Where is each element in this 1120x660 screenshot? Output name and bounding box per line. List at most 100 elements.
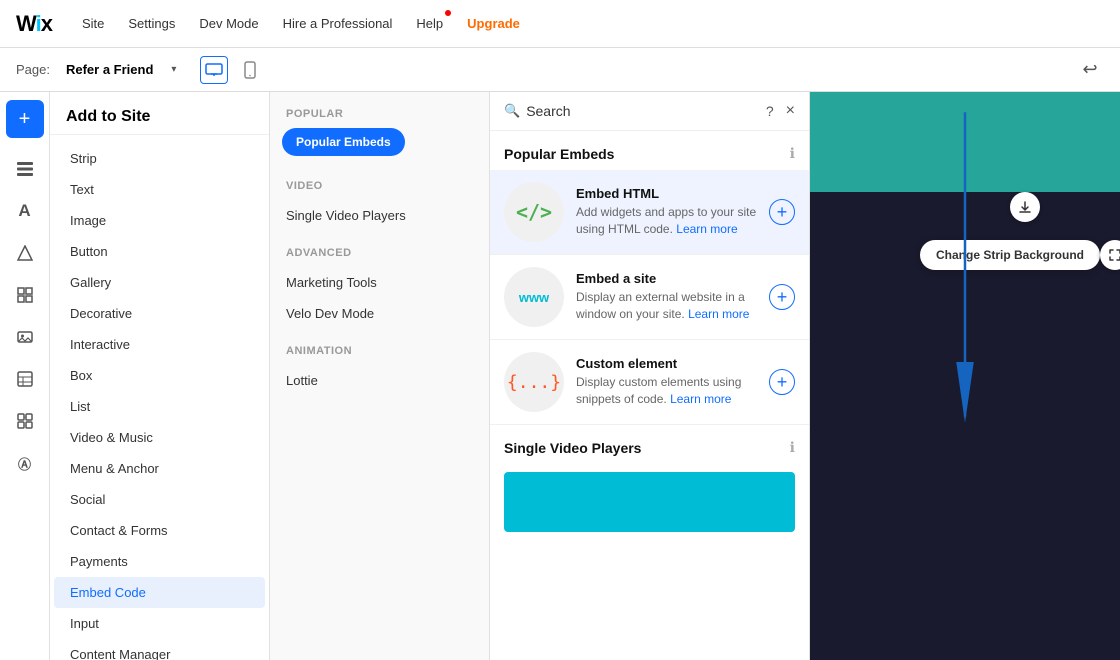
panel-item-box[interactable]: Box — [54, 360, 265, 391]
embed-html-add-button[interactable]: + — [769, 199, 795, 225]
add-panel-list: Strip Text Image Button Gallery Decorati… — [50, 135, 269, 660]
add-panel-title: Add to Site — [50, 92, 269, 135]
single-video-header: Single Video Players ℹ — [490, 425, 809, 464]
embed-site-info: Embed a site Display an external website… — [576, 271, 757, 323]
change-strip-background-button[interactable]: Change Strip Background — [920, 240, 1100, 270]
puzzle-icon[interactable] — [6, 402, 44, 440]
canvas-area: Change Strip Background — [810, 92, 1120, 660]
embed-site-desc: Display an external website in a window … — [576, 289, 757, 323]
panel-item-content-manager[interactable]: Content Manager — [54, 639, 265, 660]
close-icon[interactable]: × — [786, 102, 795, 120]
curly-braces-icon: {...} — [507, 372, 561, 393]
panel-item-menu-anchor[interactable]: Menu & Anchor — [54, 453, 265, 484]
nav-settings[interactable]: Settings — [126, 12, 177, 35]
embed-site-card[interactable]: www Embed a site Display an external web… — [490, 255, 809, 340]
page-bar: Page: Refer a Friend ▾ ↩ — [0, 48, 1120, 92]
panel-item-payments[interactable]: Payments — [54, 546, 265, 577]
mid-panel: POPULAR Popular Embeds VIDEO Single Vide… — [270, 92, 490, 660]
popular-embeds-info-icon[interactable]: ℹ — [790, 145, 795, 162]
page-name: Refer a Friend — [66, 62, 153, 77]
panel-item-gallery[interactable]: Gallery — [54, 267, 265, 298]
wix-logo: Wix — [16, 11, 52, 37]
panel-item-social[interactable]: Social — [54, 484, 265, 515]
panel-item-button[interactable]: Button — [54, 236, 265, 267]
embed-site-icon-wrap: www — [504, 267, 564, 327]
embed-panel: 🔍 Search ? × Popular Embeds ℹ </> Embed … — [490, 92, 810, 660]
main-area: + A Ⓐ Add to Site Strip Text Image Butto… — [0, 92, 1120, 660]
embed-panel-topbar: 🔍 Search ? × — [490, 92, 809, 131]
grid-icon[interactable] — [6, 276, 44, 314]
custom-element-desc: Display custom elements using snippets o… — [576, 374, 757, 408]
www-icon: www — [519, 290, 549, 305]
mobile-icon[interactable] — [236, 56, 264, 84]
text-icon[interactable]: A — [6, 192, 44, 230]
embed-html-card[interactable]: </> Embed HTML Add widgets and apps to y… — [490, 170, 809, 255]
embed-html-title: Embed HTML — [576, 186, 757, 201]
add-to-site-panel: Add to Site Strip Text Image Button Gall… — [50, 92, 270, 660]
panel-item-list[interactable]: List — [54, 391, 265, 422]
custom-element-card[interactable]: {...} Custom element Display custom elem… — [490, 340, 809, 425]
custom-element-info: Custom element Display custom elements u… — [576, 356, 757, 408]
add-elements-icon[interactable]: + — [6, 100, 44, 138]
panel-item-strip[interactable]: Strip — [54, 143, 265, 174]
panel-item-input[interactable]: Input — [54, 608, 265, 639]
nav-site[interactable]: Site — [80, 12, 106, 35]
shapes-icon[interactable] — [6, 234, 44, 272]
help-dot — [445, 10, 451, 16]
popular-embeds-header: Popular Embeds ℹ — [490, 131, 809, 170]
undo-button[interactable]: ↩ — [1076, 56, 1104, 84]
image-icon[interactable] — [6, 318, 44, 356]
custom-element-learn-more[interactable]: Learn more — [670, 392, 731, 406]
nav-help[interactable]: Help — [414, 12, 445, 35]
panel-item-text[interactable]: Text — [54, 174, 265, 205]
video-preview-thumbnail — [504, 472, 795, 532]
page-dropdown-icon[interactable]: ▾ — [171, 64, 176, 75]
left-sidebar: + A Ⓐ — [0, 92, 50, 660]
panel-item-embed-code[interactable]: Embed Code — [54, 577, 265, 608]
single-video-title: Single Video Players — [504, 440, 641, 456]
custom-element-title: Custom element — [576, 356, 757, 371]
embed-html-info: Embed HTML Add widgets and apps to your … — [576, 186, 757, 238]
mid-animation-label: ANIMATION — [270, 345, 489, 365]
embed-html-learn-more[interactable]: Learn more — [676, 222, 737, 236]
mid-velo-devmode[interactable]: Velo Dev Mode — [270, 298, 489, 329]
mid-lottie[interactable]: Lottie — [270, 365, 489, 396]
download-icon[interactable] — [1010, 192, 1040, 222]
embed-html-desc: Add widgets and apps to your site using … — [576, 204, 757, 238]
single-video-info-icon[interactable]: ℹ — [790, 439, 795, 456]
embed-site-add-button[interactable]: + — [769, 284, 795, 310]
custom-element-icon-wrap: {...} — [504, 352, 564, 412]
device-switcher — [200, 56, 264, 84]
top-navbar: Wix Site Settings Dev Mode Hire a Profes… — [0, 0, 1120, 48]
help-icon[interactable]: ? — [766, 103, 774, 119]
popular-embeds-title: Popular Embeds — [504, 146, 614, 162]
nav-hire[interactable]: Hire a Professional — [281, 12, 395, 35]
embed-site-learn-more[interactable]: Learn more — [688, 307, 749, 321]
panel-item-interactive[interactable]: Interactive — [54, 329, 265, 360]
canvas-teal-strip — [810, 92, 1120, 192]
search-label: Search — [526, 103, 570, 119]
mid-single-video[interactable]: Single Video Players — [270, 200, 489, 231]
page-prefix: Page: — [16, 62, 50, 77]
panel-item-decorative[interactable]: Decorative — [54, 298, 265, 329]
html-code-icon: </> — [516, 200, 552, 224]
pages-icon[interactable] — [6, 150, 44, 188]
custom-element-add-button[interactable]: + — [769, 369, 795, 395]
search-button[interactable]: 🔍 Search — [504, 103, 571, 119]
mid-video-label: VIDEO — [270, 180, 489, 200]
desktop-icon[interactable] — [200, 56, 228, 84]
embed-panel-body: Popular Embeds ℹ </> Embed HTML Add widg… — [490, 131, 809, 660]
embed-site-title: Embed a site — [576, 271, 757, 286]
embed-html-icon-wrap: </> — [504, 182, 564, 242]
mid-popular-embeds-btn[interactable]: Popular Embeds — [282, 128, 405, 156]
panel-item-contact-forms[interactable]: Contact & Forms — [54, 515, 265, 546]
nav-devmode[interactable]: Dev Mode — [197, 12, 260, 35]
mid-popular-label: POPULAR — [270, 108, 489, 128]
panel-item-image[interactable]: Image — [54, 205, 265, 236]
table-icon[interactable] — [6, 360, 44, 398]
panel-item-video-music[interactable]: Video & Music — [54, 422, 265, 453]
nav-upgrade[interactable]: Upgrade — [465, 12, 522, 35]
mid-marketing-tools[interactable]: Marketing Tools — [270, 267, 489, 298]
wixapp-icon[interactable]: Ⓐ — [6, 444, 44, 482]
mid-advanced-label: ADVANCED — [270, 247, 489, 267]
